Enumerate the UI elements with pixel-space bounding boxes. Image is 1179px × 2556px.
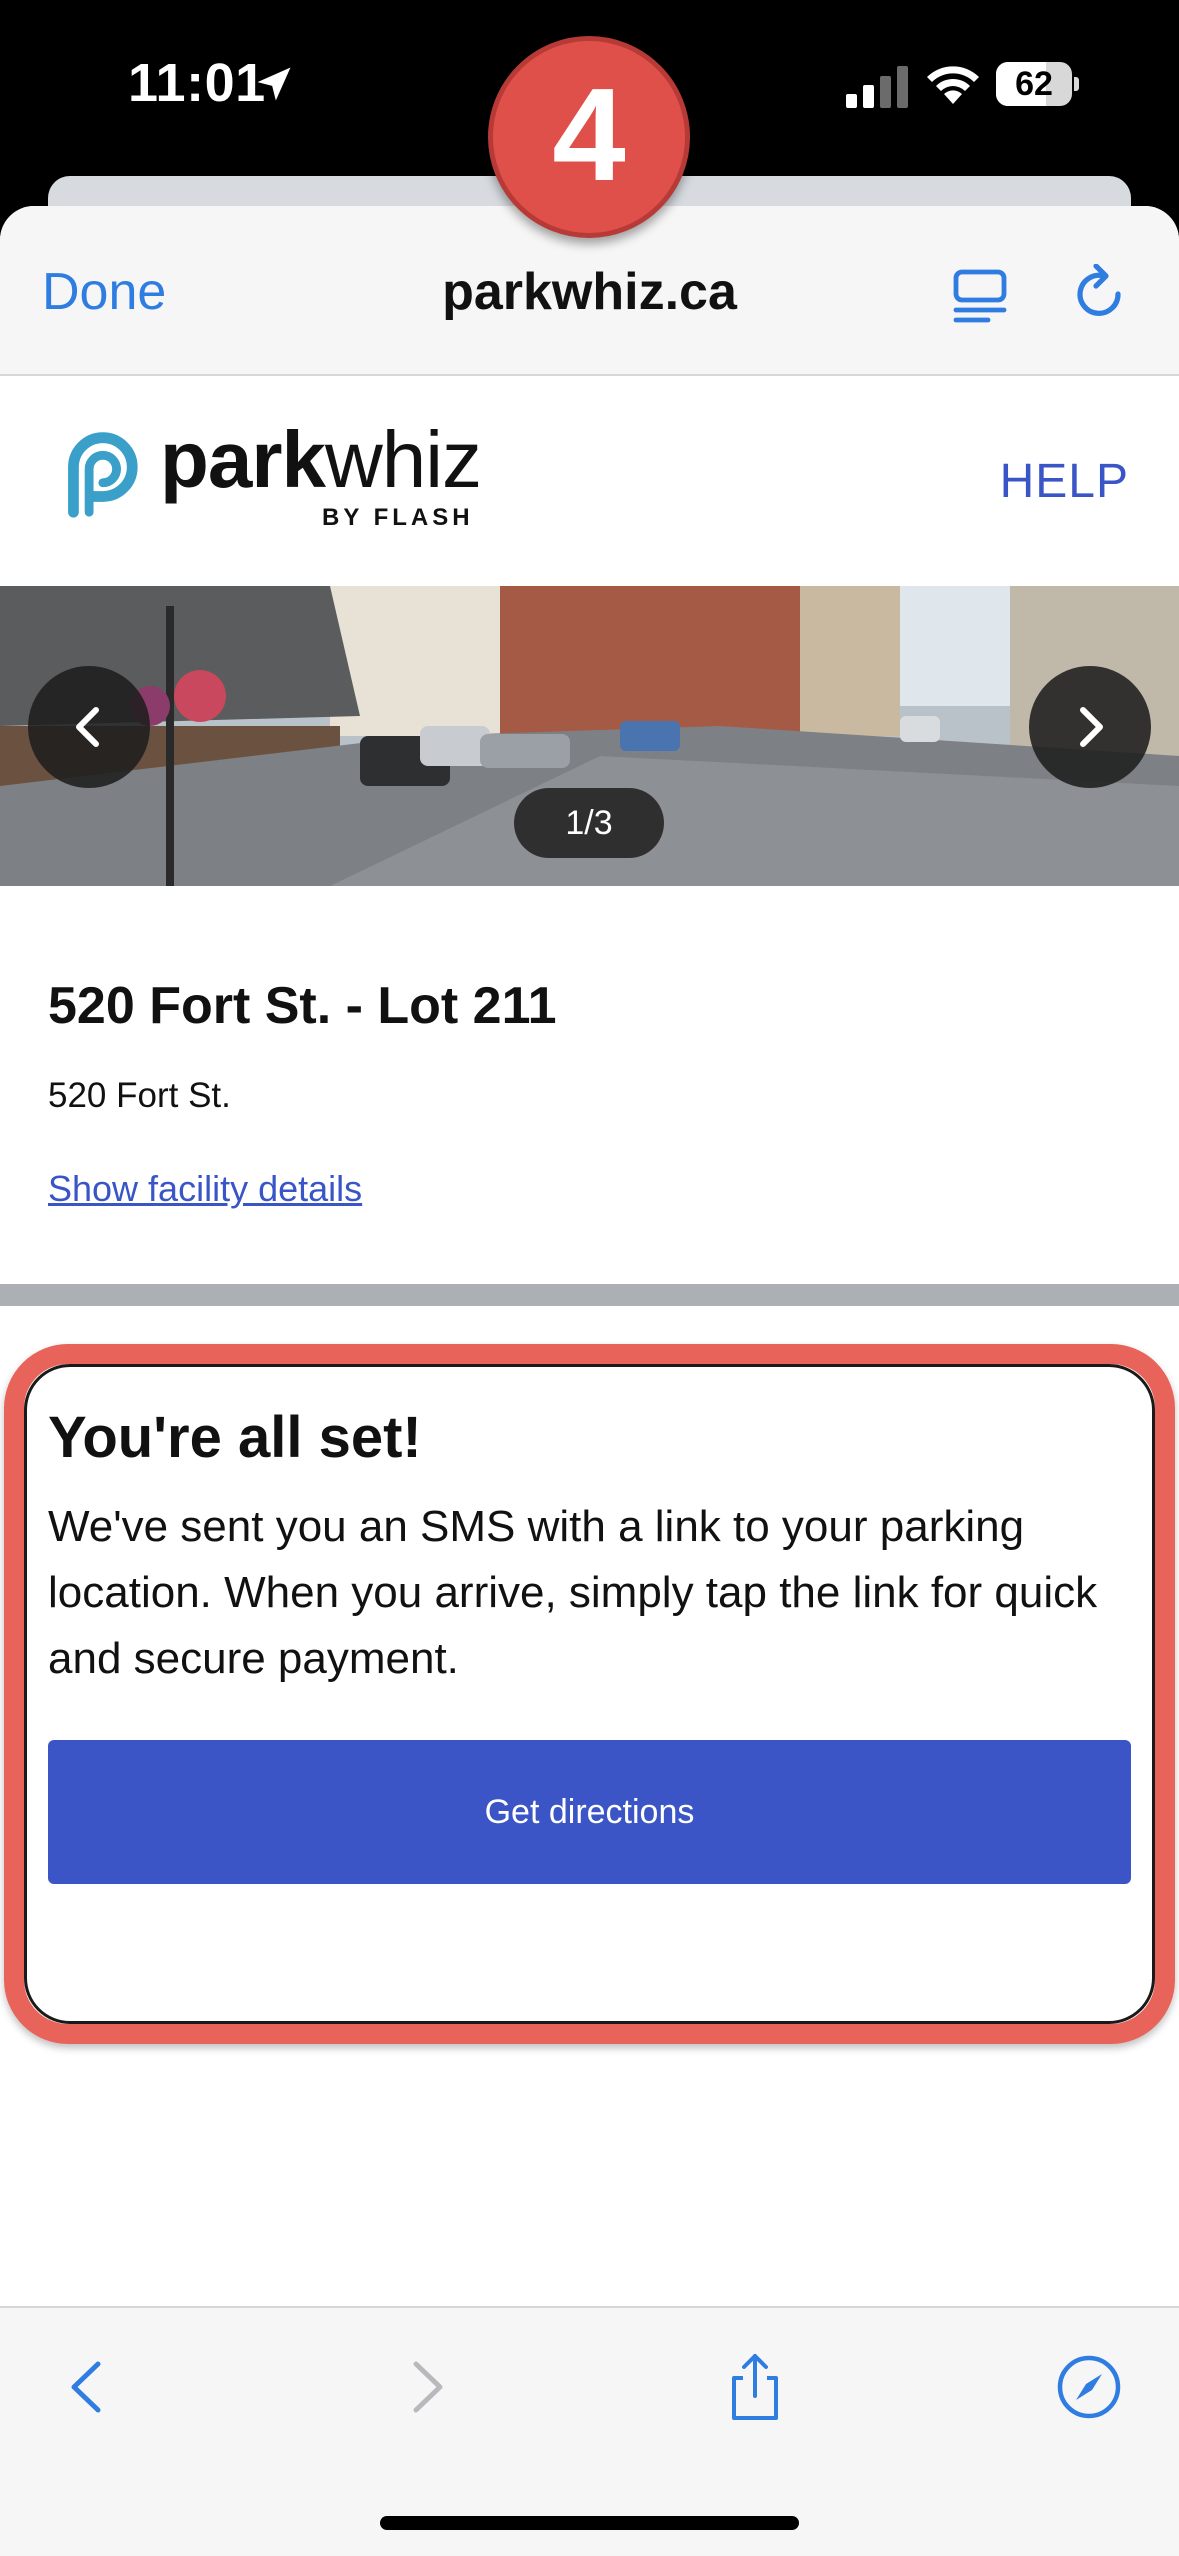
carousel-counter: 1/3 [514, 788, 664, 858]
confirmation-title: You're all set! [48, 1405, 422, 1470]
reload-icon[interactable] [1072, 264, 1128, 324]
parkwhiz-logo-icon[interactable] [46, 422, 144, 520]
forward-icon[interactable] [392, 2352, 462, 2422]
section-divider [0, 1284, 1179, 1306]
logo-wordmark[interactable]: parkwhiz [160, 414, 482, 506]
logo-subtitle: BY FLASH [322, 504, 474, 531]
battery-icon: 62 [996, 62, 1079, 106]
lot-address: 520 Fort St. [48, 1076, 231, 1115]
browser-sheet: Done parkwhiz.ca parkwhiz BY FLASH HELP [0, 206, 1179, 2556]
photo-carousel[interactable]: 1/3 [0, 586, 1179, 886]
share-icon[interactable] [720, 2352, 790, 2422]
status-time: 11:01 [128, 53, 266, 113]
confirmation-message: We've sent you an SMS with a link to you… [48, 1502, 1098, 1683]
step-number-badge: 4 [488, 36, 690, 238]
home-indicator[interactable] [380, 2516, 799, 2530]
chevron-right-icon [1080, 707, 1103, 747]
location-arrow-icon [257, 67, 291, 101]
chevron-left-icon [76, 707, 99, 747]
carousel-next-button[interactable] [1029, 666, 1151, 788]
step-number: 4 [552, 61, 626, 208]
battery-level: 62 [1015, 65, 1053, 103]
site-header: parkwhiz BY FLASH HELP [0, 378, 1179, 586]
back-icon[interactable] [52, 2352, 122, 2422]
carousel-prev-button[interactable] [28, 666, 150, 788]
show-facility-details-link[interactable]: Show facility details [48, 1168, 362, 1210]
wifi-icon [927, 66, 979, 104]
logo-text-light: whiz [324, 415, 482, 504]
signal-icon [846, 66, 908, 108]
get-directions-button[interactable]: Get directions [48, 1740, 1131, 1884]
help-link[interactable]: HELP [1000, 454, 1129, 509]
logo-text-bold: park [160, 415, 326, 504]
reader-view-icon[interactable] [952, 264, 1008, 324]
compass-icon[interactable] [1054, 2352, 1124, 2422]
lot-title: 520 Fort St. - Lot 211 [48, 977, 557, 1035]
